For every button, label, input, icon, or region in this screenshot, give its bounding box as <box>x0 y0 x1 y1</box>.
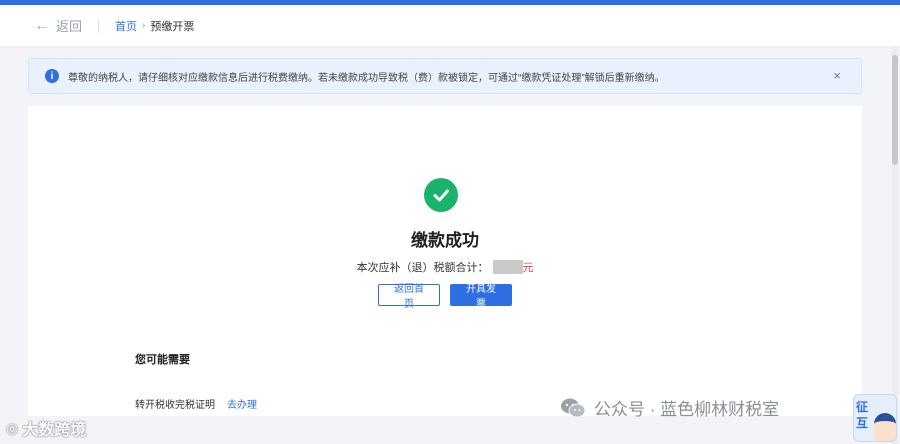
breadcrumb-home[interactable]: 首页 <box>115 18 137 34</box>
watermark-right: 公众号 · 蓝色柳林财税室 <box>560 395 779 420</box>
assistant-face-icon <box>874 413 896 441</box>
wechat-icon <box>561 398 586 417</box>
needs-item: 转开税收完税证明 去办理 <box>135 396 257 411</box>
issue-invoice-button[interactable]: 开具发票 <box>450 284 512 310</box>
page-header: ← 返回 首页 › 预缴开票 <box>0 5 900 47</box>
needs-title: 您可能需要 <box>135 354 190 366</box>
close-icon[interactable]: × <box>833 68 841 83</box>
amount-value-redacted <box>492 260 523 274</box>
watermark-left-text: 大数跨境 <box>22 422 87 439</box>
needs-item-action-link[interactable]: 去办理 <box>227 396 257 411</box>
notice-text: 尊敬的纳税人，请仔细核对应缴款信息后进行税费缴纳。若未缴款成功导致税（费）款被锁… <box>68 72 665 84</box>
assistant-label-text: 征 互 <box>856 400 869 430</box>
breadcrumb-current: 预缴开票 <box>150 20 195 33</box>
arrow-left-icon: ← <box>34 16 50 34</box>
check-circle-icon <box>424 178 458 212</box>
back-home-button[interactable]: 返回首页 <box>378 284 440 310</box>
scrollbar-thumb[interactable] <box>892 55 898 165</box>
check-mark-icon <box>433 189 449 202</box>
watermark-right-text: 公众号 · 蓝色柳林财税室 <box>594 400 780 419</box>
back-label: 返回 <box>56 19 83 34</box>
assistant-avatar[interactable]: 征 互 <box>853 394 897 442</box>
watermark-logo-icon: ◎ <box>6 419 19 436</box>
amount-line: 本次应补（退）税额合计： 元 <box>28 259 862 275</box>
notice-banner: i 尊敬的纳税人，请仔细核对应缴款信息后进行税费缴纳。若未缴款成功导致税（费）款… <box>28 58 862 94</box>
breadcrumb: 首页 › 预缴开票 <box>115 18 194 34</box>
result-card: 缴款成功 本次应补（退）税额合计： 元 返回首页 开具发票 您可能需要 转开税收… <box>28 106 862 416</box>
header-divider <box>98 18 100 33</box>
watermark-left: ◎ 大数跨境 <box>6 416 86 440</box>
breadcrumb-separator: › <box>142 20 146 31</box>
action-buttons: 返回首页 开具发票 <box>28 284 862 310</box>
amount-unit: 元 <box>522 262 534 274</box>
result-title: 缴款成功 <box>411 231 479 250</box>
back-button[interactable]: ← 返回 <box>34 16 82 35</box>
assistant-label: 征 互 <box>856 399 868 431</box>
info-icon: i <box>45 69 59 83</box>
needs-item-label: 转开税收完税证明 <box>135 400 215 411</box>
amount-label: 本次应补（退）税额合计： <box>356 262 489 274</box>
